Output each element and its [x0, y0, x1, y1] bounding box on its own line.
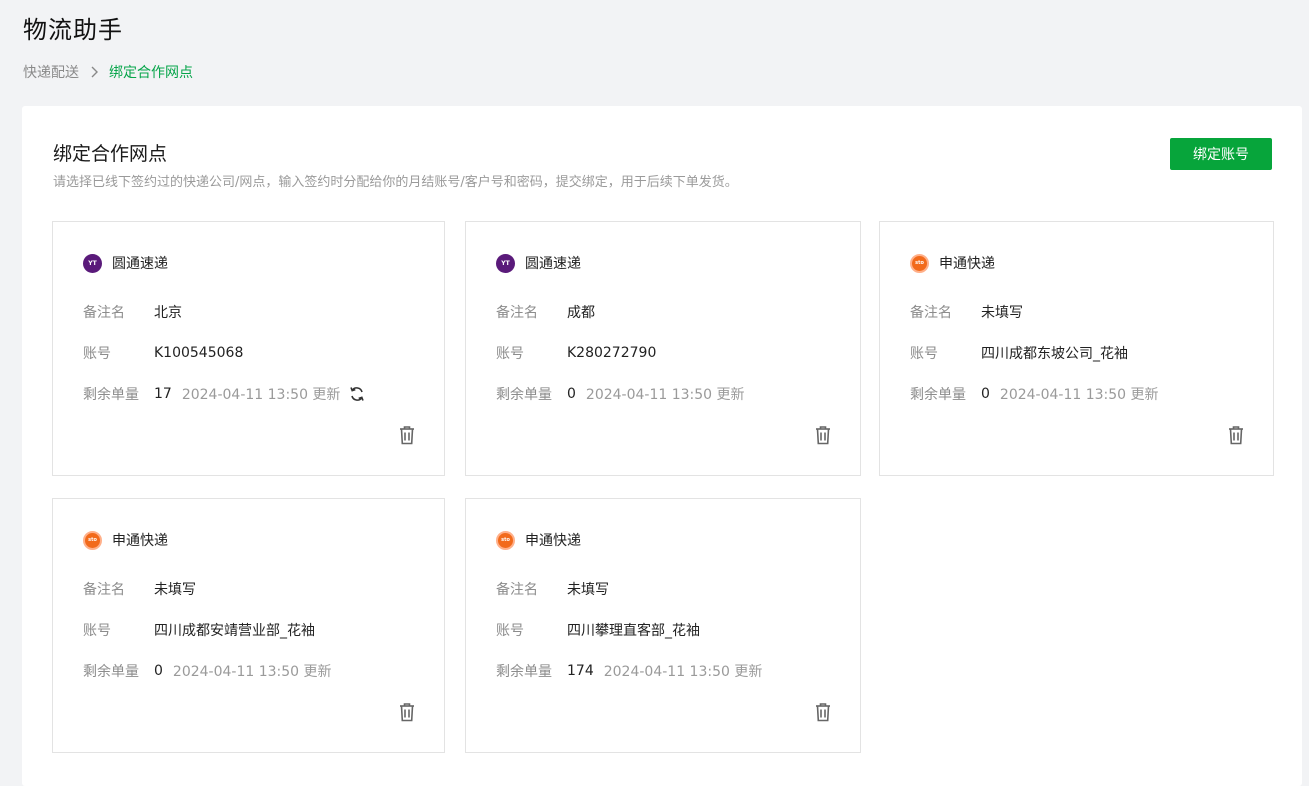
account-label: 账号: [496, 346, 524, 362]
remark-label: 备注名: [496, 582, 538, 598]
card-header: sto 申通快递: [83, 529, 168, 551]
trash-icon[interactable]: [398, 702, 416, 722]
card-header: YT 圆通速递: [83, 252, 168, 274]
remaining-row: 剩余单量 0 2024-04-11 13:50 更新: [83, 660, 332, 682]
trash-icon[interactable]: [814, 702, 832, 722]
account-value: 四川攀理直客部_花袖: [567, 623, 700, 639]
updated-time: 2024-04-11 13:50 更新: [999, 387, 1159, 403]
trash-icon[interactable]: [398, 425, 416, 445]
updated-time: 2024-04-11 13:50 更新: [181, 387, 341, 403]
yto-logo-icon: YT: [496, 253, 515, 273]
refresh-icon[interactable]: [348, 385, 366, 403]
remark-label: 备注名: [83, 582, 125, 598]
remark-value: 未填写: [154, 582, 196, 598]
remaining-value: 0: [981, 386, 990, 402]
breadcrumb-parent-link[interactable]: 快递配送: [23, 62, 79, 82]
remaining-label: 剩余单量: [83, 664, 139, 680]
remaining-value: 17: [154, 386, 172, 402]
account-label: 账号: [910, 346, 938, 362]
account-label: 账号: [83, 346, 111, 362]
remaining-label: 剩余单量: [83, 387, 139, 403]
remaining-row: 剩余单量 17 2024-04-11 13:50 更新: [83, 383, 366, 405]
sto-logo-icon: sto: [910, 253, 929, 273]
account-value: K280272790: [567, 345, 657, 361]
remark-value: 成都: [567, 305, 595, 321]
remaining-row: 剩余单量 0 2024-04-11 13:50 更新: [496, 383, 745, 405]
card-header: YT 圆通速递: [496, 252, 581, 274]
account-row: 账号 四川成都东坡公司_花袖: [910, 342, 1128, 364]
account-card: sto 申通快递 备注名 未填写 账号 四川攀理直客部_花袖 剩余单量 174 …: [465, 498, 861, 753]
account-label: 账号: [83, 623, 111, 639]
remaining-row: 剩余单量 0 2024-04-11 13:50 更新: [910, 383, 1159, 405]
account-row: 账号 四川成都安靖营业部_花袖: [83, 619, 315, 641]
remark-row: 备注名 未填写: [83, 578, 196, 600]
remaining-row: 剩余单量 174 2024-04-11 13:50 更新: [496, 660, 762, 682]
remaining-value: 0: [567, 386, 576, 402]
account-card: sto 申通快递 备注名 未填写 账号 四川成都东坡公司_花袖 剩余单量 0 2…: [879, 221, 1274, 476]
company-name: 圆通速递: [525, 256, 581, 272]
chevron-right-icon: [79, 66, 109, 78]
remark-value: 未填写: [567, 582, 609, 598]
remark-value: 未填写: [981, 305, 1023, 321]
remaining-label: 剩余单量: [496, 387, 552, 403]
remark-row: 备注名 未填写: [496, 578, 609, 600]
updated-time: 2024-04-11 13:50 更新: [585, 387, 745, 403]
account-value: 四川成都安靖营业部_花袖: [154, 623, 315, 639]
breadcrumb-current: 绑定合作网点: [109, 65, 193, 81]
remark-label: 备注名: [910, 305, 952, 321]
remark-label: 备注名: [83, 305, 125, 321]
main-panel: 绑定合作网点 请选择已线下签约过的快递公司/网点，输入签约时分配给你的月结账号/…: [22, 106, 1302, 786]
panel-description: 请选择已线下签约过的快递公司/网点，输入签约时分配给你的月结账号/客户号和密码，…: [53, 175, 738, 190]
account-label: 账号: [496, 623, 524, 639]
company-name: 申通快递: [525, 533, 581, 549]
yto-logo-icon: YT: [83, 253, 102, 273]
company-name: 申通快递: [939, 256, 995, 272]
updated-time: 2024-04-11 13:50 更新: [603, 664, 763, 680]
account-card: sto 申通快递 备注名 未填写 账号 四川成都安靖营业部_花袖 剩余单量 0 …: [52, 498, 445, 753]
sto-logo-icon: sto: [83, 530, 102, 550]
account-value: 四川成都东坡公司_花袖: [981, 346, 1128, 362]
card-header: sto 申通快递: [910, 252, 995, 274]
remark-label: 备注名: [496, 305, 538, 321]
remaining-value: 174: [567, 663, 594, 679]
bind-account-button[interactable]: 绑定账号: [1170, 138, 1272, 170]
app-title: 物流助手: [23, 16, 123, 44]
sto-logo-icon: sto: [496, 530, 515, 550]
account-card: YT 圆通速递 备注名 成都 账号 K280272790 剩余单量 0 2024…: [465, 221, 861, 476]
card-header: sto 申通快递: [496, 529, 581, 551]
trash-icon[interactable]: [1227, 425, 1245, 445]
account-card: YT 圆通速递 备注名 北京 账号 K100545068 剩余单量 17 202…: [52, 221, 445, 476]
account-row: 账号 K100545068: [83, 342, 243, 364]
panel-title: 绑定合作网点: [53, 143, 168, 165]
trash-icon[interactable]: [814, 425, 832, 445]
remark-row: 备注名 成都: [496, 301, 595, 323]
company-name: 圆通速递: [112, 256, 168, 272]
company-name: 申通快递: [112, 533, 168, 549]
updated-time: 2024-04-11 13:50 更新: [172, 664, 332, 680]
remaining-label: 剩余单量: [496, 664, 552, 680]
account-row: 账号 四川攀理直客部_花袖: [496, 619, 700, 641]
remark-row: 备注名 未填写: [910, 301, 1023, 323]
account-row: 账号 K280272790: [496, 342, 656, 364]
remaining-value: 0: [154, 663, 163, 679]
remark-row: 备注名 北京: [83, 301, 182, 323]
account-value: K100545068: [154, 345, 244, 361]
remark-value: 北京: [154, 305, 182, 321]
breadcrumb: 快递配送 绑定合作网点: [23, 62, 193, 82]
remaining-label: 剩余单量: [910, 387, 966, 403]
